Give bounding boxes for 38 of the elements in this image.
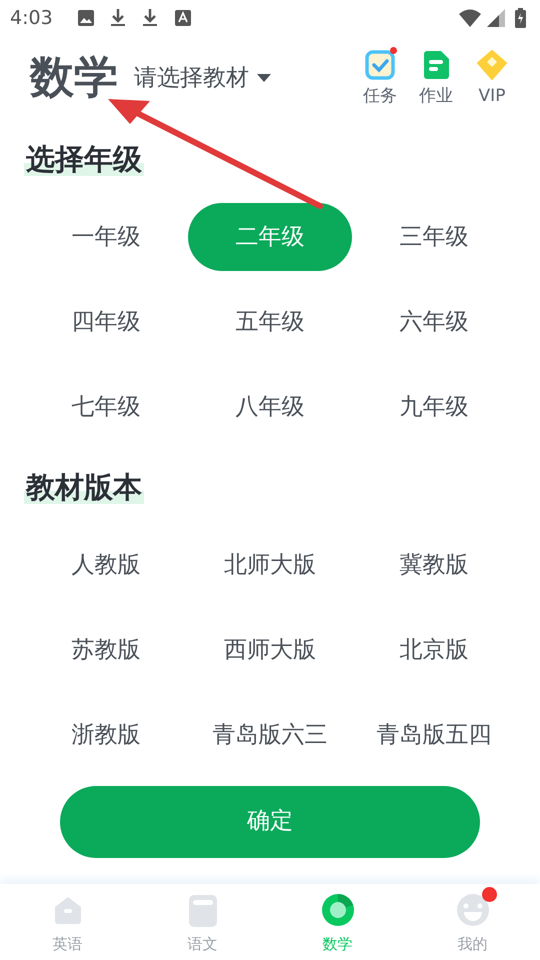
- download-icon: [140, 8, 159, 28]
- homework-button[interactable]: 作业: [412, 50, 460, 110]
- section-title: 选择年级: [24, 142, 144, 176]
- option-button[interactable]: 六年级: [352, 288, 516, 356]
- image-icon: [76, 9, 95, 27]
- option-button[interactable]: 浙教版: [24, 701, 188, 770]
- option-button[interactable]: 八年级: [188, 373, 352, 442]
- option-button[interactable]: 冀教版: [352, 531, 516, 600]
- option-button[interactable]: 五年级: [188, 288, 352, 356]
- textbook-dropdown[interactable]: 请选择教材: [134, 60, 271, 96]
- option-button[interactable]: 三年级: [352, 203, 516, 272]
- ring-icon: [320, 892, 354, 927]
- diamond-icon: [477, 50, 507, 80]
- option-button[interactable]: 七年级: [24, 373, 188, 442]
- battery-icon: [515, 8, 526, 28]
- document-icon: [421, 50, 451, 80]
- section-title: 教材版本: [24, 470, 144, 504]
- option-button[interactable]: 西师大版: [188, 616, 352, 684]
- checkbox-icon: [365, 50, 395, 80]
- option-button[interactable]: 北京版: [352, 616, 516, 684]
- option-button[interactable]: 青岛版六三: [188, 701, 352, 770]
- option-button[interactable]: 四年级: [24, 288, 188, 356]
- option-button[interactable]: 北师大版: [188, 531, 352, 600]
- subject-title: 数学: [30, 56, 118, 100]
- task-button[interactable]: 任务: [356, 50, 404, 110]
- font-icon: [174, 10, 191, 26]
- download-icon: [108, 8, 127, 28]
- vip-button[interactable]: VIP: [468, 50, 516, 110]
- status-time: 4:03: [10, 6, 53, 31]
- wifi-icon: [459, 9, 481, 27]
- option-button[interactable]: 苏教版: [24, 616, 188, 684]
- option-button[interactable]: 九年级: [352, 373, 516, 442]
- option-button[interactable]: 一年级: [24, 203, 188, 272]
- option-button[interactable]: 青岛版五四: [352, 701, 516, 770]
- signal-icon: [487, 9, 505, 27]
- caret-icon: [257, 74, 271, 82]
- smiley-icon: [456, 892, 490, 927]
- option-button[interactable]: 人教版: [24, 531, 188, 600]
